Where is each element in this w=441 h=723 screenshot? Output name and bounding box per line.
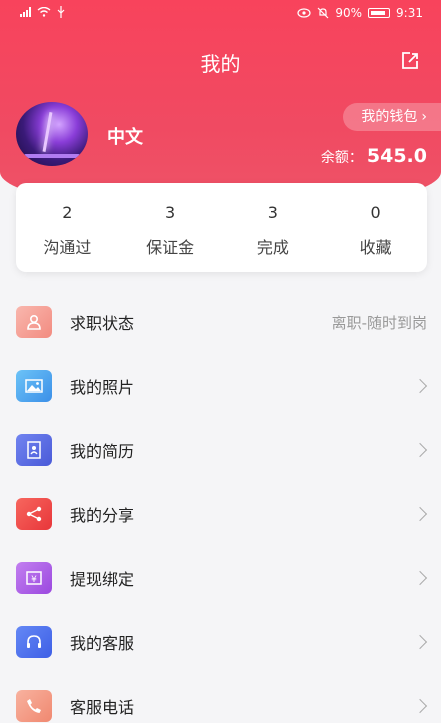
clock: 9:31 <box>396 6 423 20</box>
stat-favorites[interactable]: 0 收藏 <box>324 183 427 272</box>
stat-label: 收藏 <box>359 238 392 257</box>
stat-completed[interactable]: 3 完成 <box>222 183 325 272</box>
balance-value: 545.0 <box>366 145 427 167</box>
page-title: 我的 <box>200 52 241 76</box>
balance: 余额： 545.0 <box>321 145 427 167</box>
stat-label: 保证金 <box>146 238 195 257</box>
menu-label: 求职状态 <box>70 314 135 333</box>
menu-label: 我的照片 <box>70 378 135 397</box>
resume-icon <box>16 434 52 466</box>
menu-item-my-customer-service[interactable]: 我的客服 <box>0 610 441 674</box>
menu-item-job-status[interactable]: 求职状态 离职-随时到岗 <box>0 290 441 354</box>
battery-percent: 90% <box>335 6 363 20</box>
status-bar: 90% 9:31 <box>0 0 441 28</box>
chevron-right-icon <box>412 506 428 522</box>
menu-label: 我的简历 <box>70 442 135 461</box>
menu-item-service-phone[interactable]: 客服电话 <box>0 674 441 723</box>
chevron-right-icon <box>412 378 428 394</box>
stat-value: 2 <box>62 203 73 222</box>
wifi-icon <box>37 7 51 17</box>
chevron-right-icon <box>412 570 428 586</box>
person-icon <box>16 306 52 338</box>
withdraw-icon: ¥ <box>16 562 52 594</box>
mute-bell-icon <box>317 7 329 19</box>
share-nodes-icon <box>16 498 52 530</box>
menu-list: 求职状态 离职-随时到岗 我的照片 我的简历 我的分享 ¥ 提现绑定 我的客服 … <box>0 290 441 723</box>
usb-icon <box>57 6 65 18</box>
avatar[interactable] <box>16 102 88 166</box>
stat-deposit[interactable]: 3 保证金 <box>119 183 222 272</box>
stat-value: 3 <box>267 203 278 222</box>
job-status-value: 离职-随时到岗 <box>331 313 427 332</box>
svg-text:¥: ¥ <box>31 575 37 585</box>
phone-icon <box>16 690 52 722</box>
menu-label: 我的分享 <box>70 506 135 525</box>
wallet-button[interactable]: 我的钱包 › <box>343 103 441 131</box>
battery-icon <box>368 8 391 18</box>
signal-icon <box>20 7 31 17</box>
eye-icon <box>297 8 311 18</box>
menu-label: 客服电话 <box>70 698 135 717</box>
chevron-right-icon <box>412 442 428 458</box>
stat-label: 沟通过 <box>43 238 92 257</box>
menu-item-my-share[interactable]: 我的分享 <box>0 482 441 546</box>
stat-communicated[interactable]: 2 沟通过 <box>16 183 119 272</box>
photo-icon <box>16 370 52 402</box>
chevron-right-icon <box>412 634 428 650</box>
username: 中文 <box>107 127 143 148</box>
share-icon[interactable] <box>399 50 421 72</box>
wallet-label: 我的钱包 <box>361 109 418 125</box>
headset-icon <box>16 626 52 658</box>
menu-item-withdraw-binding[interactable]: ¥ 提现绑定 <box>0 546 441 610</box>
stat-label: 完成 <box>256 238 289 257</box>
stat-value: 3 <box>165 203 176 222</box>
chevron-right-icon: › <box>421 109 427 125</box>
menu-label: 我的客服 <box>70 634 135 653</box>
menu-item-my-photos[interactable]: 我的照片 <box>0 354 441 418</box>
chevron-right-icon <box>412 698 428 714</box>
menu-item-my-resume[interactable]: 我的简历 <box>0 418 441 482</box>
menu-label: 提现绑定 <box>70 570 135 589</box>
stat-value: 0 <box>370 203 381 222</box>
stats-card: 2 沟通过 3 保证金 3 完成 0 收藏 <box>16 183 427 272</box>
balance-label: 余额： <box>320 150 363 166</box>
